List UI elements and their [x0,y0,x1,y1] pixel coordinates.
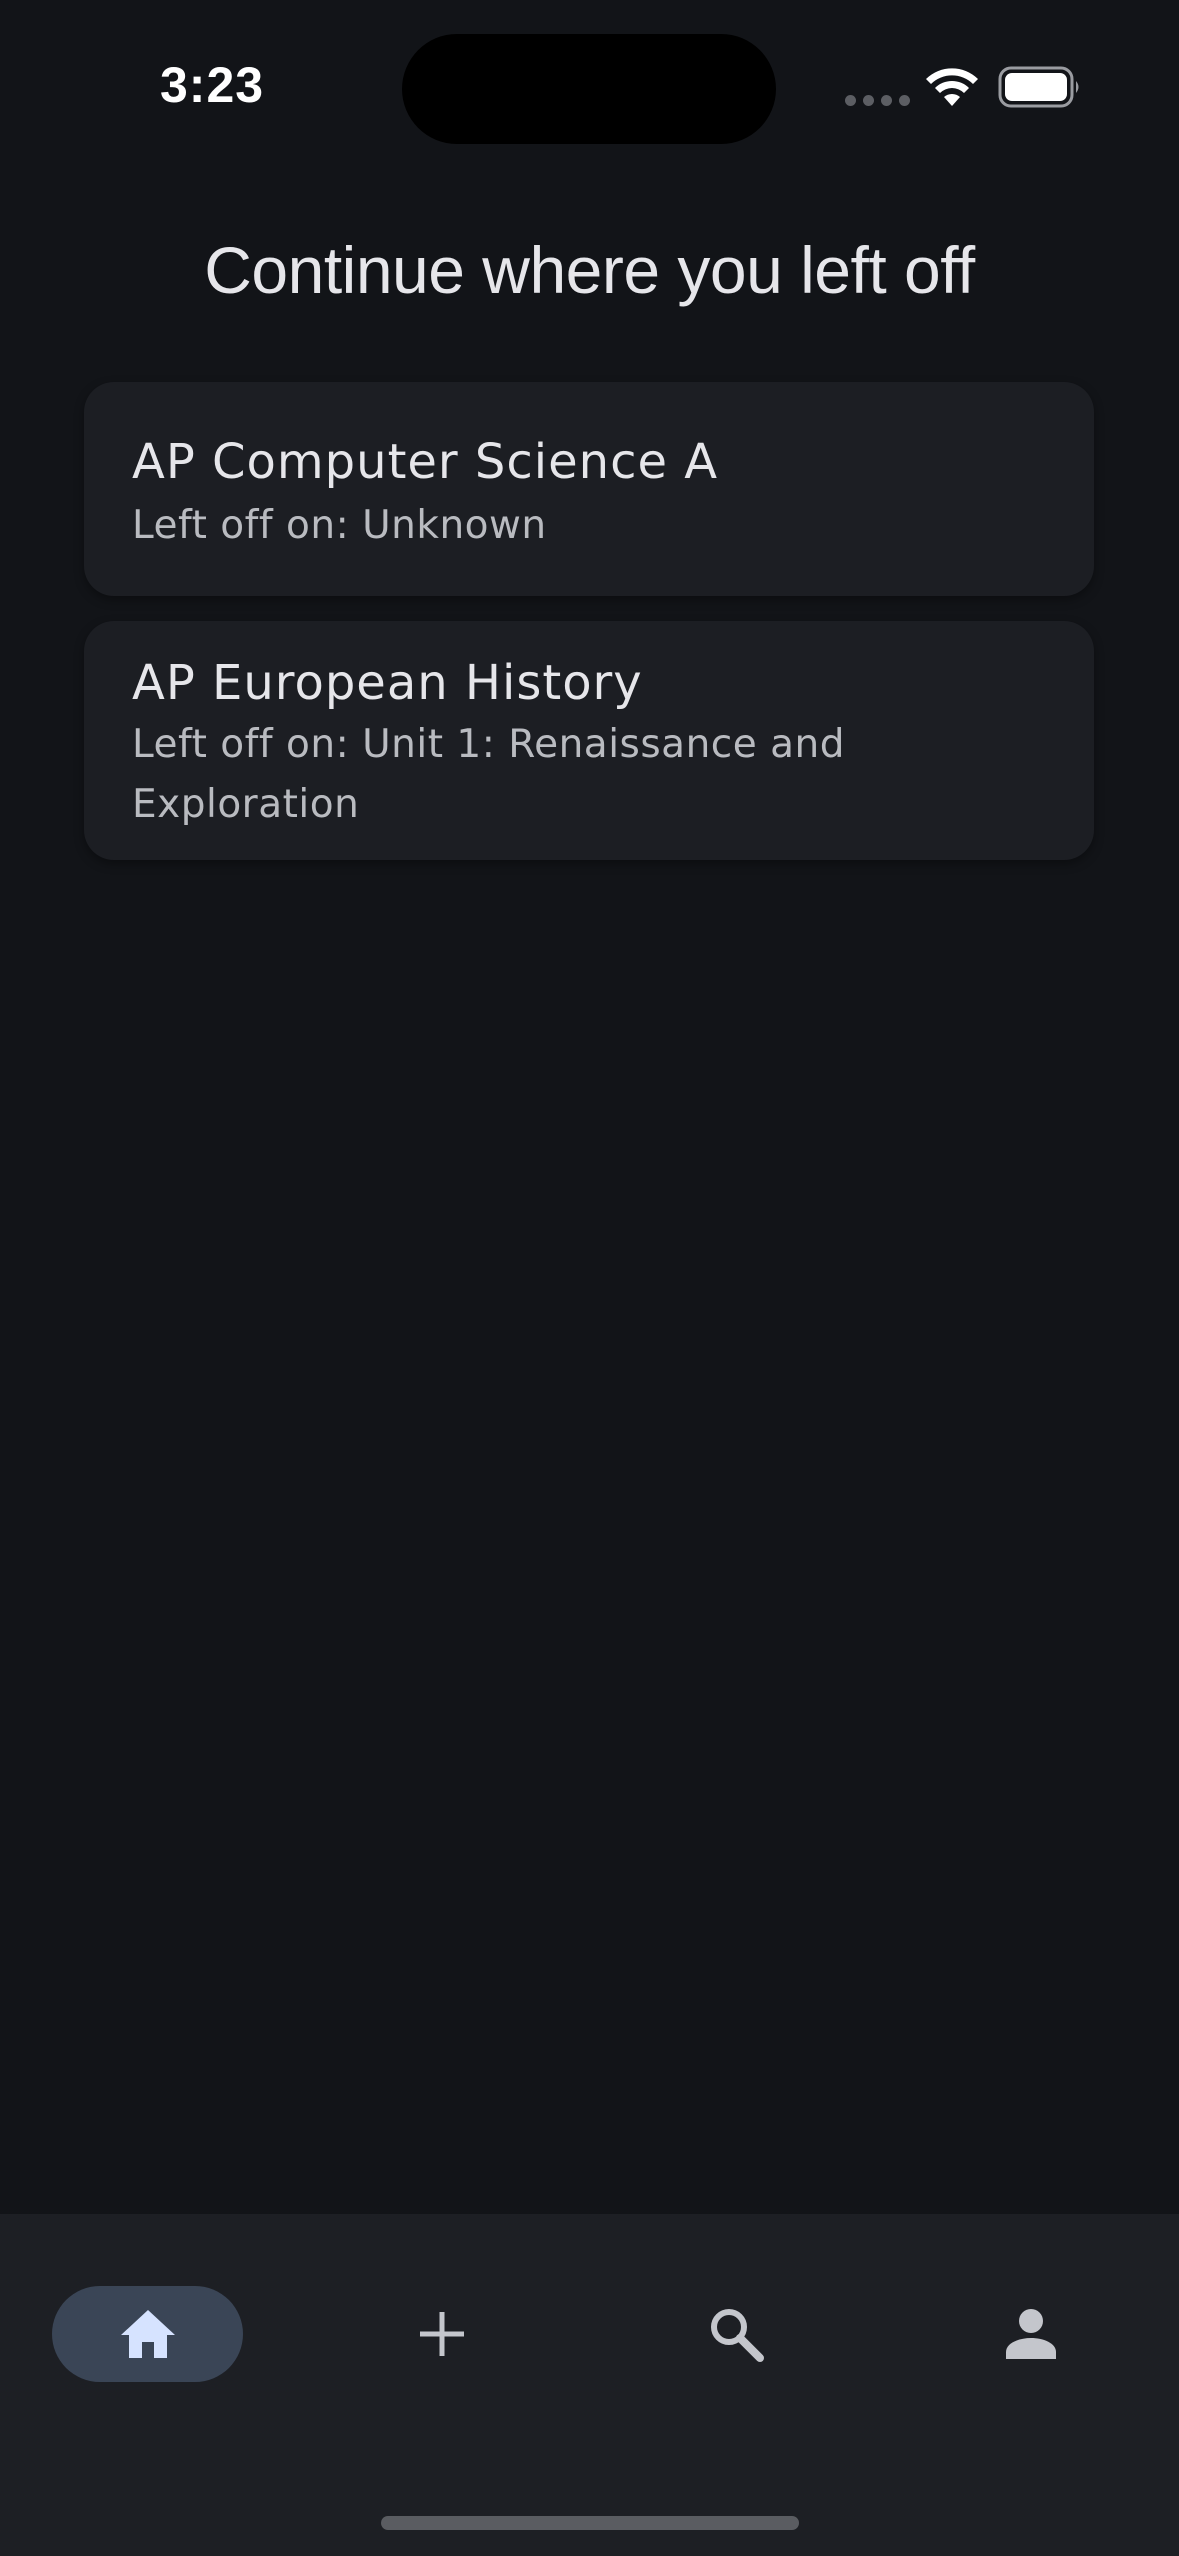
battery-icon [998,66,1079,108]
plus-icon [420,2312,464,2356]
page-title: Continue where you left off [204,233,975,307]
course-progress-text: Left off on: Unit 1: Renaissance and Exp… [132,722,845,827]
dynamic-island [402,34,776,144]
course-title: AP European History [132,655,643,711]
course-title: AP Computer Science A [132,434,719,490]
person-icon [1006,2309,1056,2359]
home-icon [120,2310,175,2358]
search-icon [711,2309,764,2362]
status-time: 3:23 [160,57,265,113]
nav-search-tab[interactable] [688,2286,784,2382]
course-card-european-history[interactable]: AP European History Left off on: Unit 1:… [84,621,1094,860]
home-indicator[interactable] [381,2516,799,2530]
nav-profile-tab[interactable] [983,2286,1079,2382]
course-progress-text: Left off on: Unknown [132,503,547,548]
bottom-nav-bar [0,2214,1179,2556]
status-bar: 3:23 [0,0,1179,150]
wifi-icon [926,68,978,106]
course-card-computer-science[interactable]: AP Computer Science A Left off on: Unkno… [84,382,1094,596]
nav-home-tab[interactable] [52,2286,243,2382]
nav-add-tab[interactable] [394,2286,490,2382]
cellular-signal-icon [845,95,910,106]
